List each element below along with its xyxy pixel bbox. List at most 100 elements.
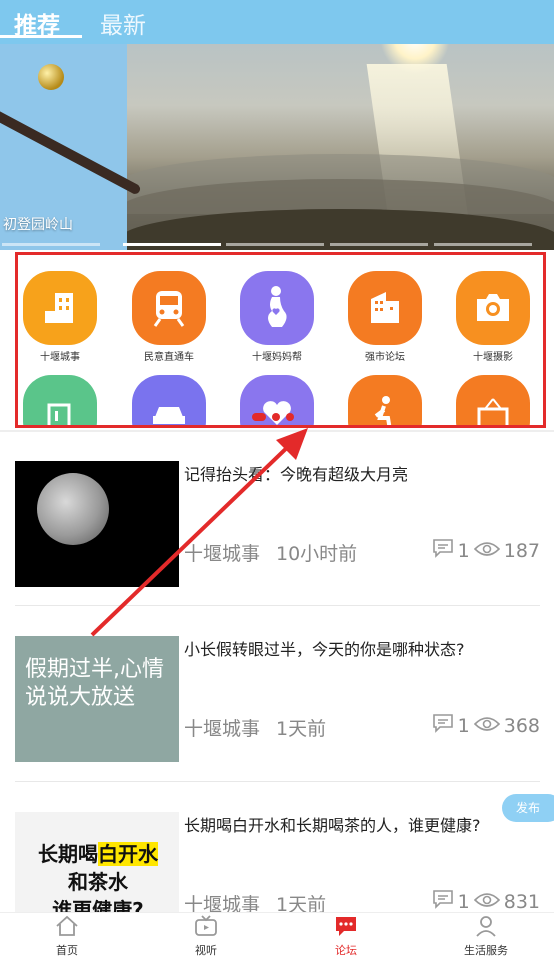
walking-icon [348,375,422,425]
thumbnail-text: 假期过半,心情说说大放送 [25,657,164,710]
tab-latest[interactable]: 最新 [100,6,146,40]
nav-label: 论坛 [335,944,357,957]
post-title: 小长假转眼过半，今天的你是哪种状态? [184,640,465,659]
home-icon [55,915,79,941]
building-icon [23,271,97,345]
comment-count: 1 [457,539,470,562]
nav-forum[interactable]: 论坛 [311,915,381,958]
grid-item-label: 十堰摄影 [473,352,513,363]
grid-pager-dot [272,413,280,421]
grid-icon-tile [132,271,206,345]
grid-item-label: 十堰妈妈帮 [252,352,302,363]
pregnant-icon [240,271,314,345]
post-stats: 1 831 [428,889,540,914]
comment-count: 1 [457,890,470,913]
grid-icon-tile [132,375,206,425]
post-thumbnail [15,461,179,587]
office-icon [348,271,422,345]
grid-icon-tile [456,271,530,345]
post-time: 10小时前 [276,543,358,565]
grid-icon-tile [23,375,97,425]
thumbnail-text-line: 长期喝 [38,842,98,866]
nav-label: 生活服务 [464,944,508,957]
banner-bud [38,64,64,90]
active-tab-indicator [0,35,82,38]
eye-icon [473,540,500,562]
grid-item-label: 民意直通车 [144,352,194,363]
view-count: 368 [503,714,540,737]
category-grid: 十堰城事 民意直通车 十堰妈妈帮 强市论坛 十堰摄影 [15,252,546,428]
nav-life-services[interactable]: 生活服务 [451,915,521,958]
section-divider [0,430,554,432]
sign-icon [456,375,530,425]
thumbnail-text-highlight: 白开水 [98,842,158,866]
banner-caption: 初登园岭山 [3,217,73,233]
grid-icon-tile [23,271,97,345]
grid-item-row2[interactable] [119,375,219,425]
view-count: 187 [503,539,540,562]
post-divider [15,605,540,606]
forum-page: 推荐 最新 初登园岭山 十堰城事 民意直通车 十堰妈妈帮 强市论坛 十堰摄影 记… [0,0,554,959]
post-source: 十堰城事 [184,543,261,565]
eye-icon [473,715,500,737]
eye-icon [473,891,500,913]
comment-count: 1 [457,714,470,737]
moon-image [37,473,109,545]
top-tab-bar: 推荐 最新 [0,0,554,44]
grid-pager-dot-active [252,413,266,421]
banner-dot-active [123,243,221,246]
view-count: 831 [503,890,540,913]
grid-item-row2[interactable] [335,375,435,425]
grid-icon-tile [348,375,422,425]
comment-icon [432,538,454,563]
grid-item-photography[interactable]: 十堰摄影 [443,271,543,363]
post-title: 记得抬头看：今晚有超级大月亮 [184,465,409,484]
grid-pager-dot [286,413,294,421]
nav-label: 视听 [195,944,217,957]
car-icon [132,375,206,425]
comment-icon [432,713,454,738]
nav-label: 首页 [56,944,78,957]
grid-item-public-opinion[interactable]: 民意直通车 [119,271,219,363]
banner-carousel[interactable]: 初登园岭山 [0,44,554,250]
post-stats: 1 368 [428,713,540,738]
banner-dot [2,243,100,246]
banner-dot [434,243,532,246]
post-item[interactable]: 假期过半,心情说说大放送 小长假转眼过半，今天的你是哪种状态? 十堰城事 1天前… [15,636,540,796]
grid-item-row2[interactable] [443,375,543,425]
grid-item-label: 十堰城事 [40,352,80,363]
camera-icon [456,271,530,345]
person-icon [474,916,498,941]
nav-home[interactable]: 首页 [32,915,102,958]
publish-button[interactable]: 发布 [502,794,554,822]
post-time: 1天前 [276,718,327,740]
post-title: 长期喝白开水和长期喝茶的人，谁更健康? [184,816,481,835]
grid-item-mothers-group[interactable]: 十堰妈妈帮 [227,271,327,363]
post-thumbnail: 假期过半,心情说说大放送 [15,636,179,762]
grid-item-row2[interactable] [18,375,110,425]
train-icon [132,271,206,345]
banner-prev-slide[interactable]: 初登园岭山 [0,44,142,250]
bottom-nav: 首页 视听 论坛 生活服务 [0,912,554,959]
banner-branch [0,102,142,196]
door-icon [23,375,97,425]
banner-dot [226,243,324,246]
grid-pager [252,413,312,421]
grid-icon-tile [456,375,530,425]
nav-media[interactable]: 视听 [171,915,241,958]
post-divider [15,781,540,782]
thumbnail-text-line: 和茶水 [68,870,128,894]
grid-item-forum[interactable]: 强市论坛 [335,271,435,363]
post-item[interactable]: 记得抬头看：今晚有超级大月亮 十堰城事 10小时前 1 187 [15,461,540,621]
grid-item-label: 强市论坛 [365,352,405,363]
banner-dot [330,243,428,246]
banner-indicator [0,243,554,246]
grid-item-city-news[interactable]: 十堰城事 [18,271,110,363]
grid-icon-tile [348,271,422,345]
post-stats: 1 187 [428,538,540,563]
post-source: 十堰城事 [184,718,261,740]
tv-icon [194,915,218,941]
comment-icon [432,889,454,914]
grid-icon-tile [240,271,314,345]
chat-icon [334,917,358,941]
